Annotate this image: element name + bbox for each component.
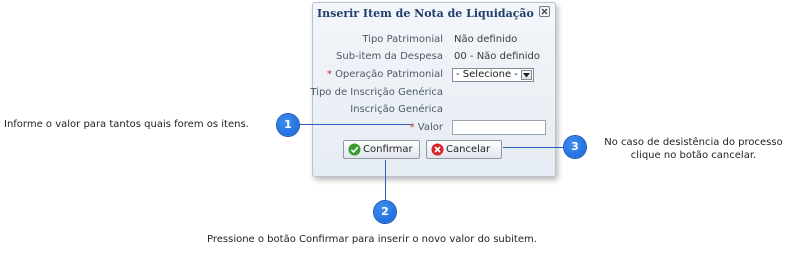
operacao-select-value: - Selecione -	[456, 69, 518, 80]
chevron-down-icon	[523, 73, 530, 78]
callout-3-text: No caso de desistência do processo cliqu…	[591, 136, 796, 162]
operacao-label: Operação Patrimonial	[335, 69, 443, 80]
subitem-value: 00 - Não definido	[454, 51, 540, 62]
required-mark: *	[326, 69, 332, 80]
callout-2-line	[385, 160, 386, 201]
cancel-button-label: Cancelar	[446, 144, 491, 155]
tipo-inscricao-label: Tipo de Inscrição Genérica	[310, 87, 443, 98]
operacao-label-wrap: * Operação Patrimonial	[327, 68, 443, 82]
callout-1-text: Informe o valor para tantos quais forem …	[4, 119, 249, 130]
confirm-button-label: Confirmar	[363, 144, 413, 155]
valor-label: Valor	[417, 122, 443, 133]
operacao-select[interactable]: - Selecione -	[452, 68, 534, 82]
dialog-title-bar: Inserir Item de Nota de Liquidação	[313, 3, 555, 23]
callout-1-badge: 1	[277, 114, 299, 136]
check-circle-icon	[348, 143, 361, 156]
tipo-patrimonial-label: Tipo Patrimonial	[362, 34, 443, 45]
close-button[interactable]	[539, 6, 550, 17]
subitem-row: Sub-item da Despesa 00 - Não definido	[313, 50, 555, 64]
tipo-patrimonial-row: Tipo Patrimonial Não definido	[313, 33, 555, 47]
dialog-title: Inserir Item de Nota de Liquidação	[317, 7, 534, 20]
confirm-button[interactable]: Confirmar	[343, 140, 420, 159]
close-icon	[541, 8, 548, 15]
callout-1-line	[299, 124, 411, 125]
dropdown-button[interactable]	[521, 70, 532, 80]
tipo-inscricao-row: Tipo de Inscrição Genérica	[310, 86, 555, 100]
cancel-button[interactable]: Cancelar	[426, 140, 502, 159]
callout-3-line	[503, 147, 564, 148]
inscricao-label: Inscrição Genérica	[350, 104, 443, 115]
valor-input[interactable]	[452, 120, 546, 135]
tipo-patrimonial-value: Não definido	[454, 34, 518, 45]
insert-item-dialog: Inserir Item de Nota de Liquidação Tipo …	[310, 2, 556, 177]
valor-label-wrap: * Valor	[410, 121, 443, 135]
callout-3-text-line-2: clique no botão cancelar.	[630, 150, 757, 161]
callout-2-badge: 2	[374, 201, 396, 223]
callout-2-text: Pressione o botão Confirmar para inserir…	[207, 234, 537, 245]
inscricao-row: Inscrição Genérica	[313, 103, 555, 117]
callout-3-text-line-1: No caso de desistência do processo	[604, 137, 783, 148]
x-circle-icon	[431, 143, 444, 156]
callout-3-badge: 3	[564, 136, 586, 158]
subitem-label: Sub-item da Despesa	[336, 51, 443, 62]
